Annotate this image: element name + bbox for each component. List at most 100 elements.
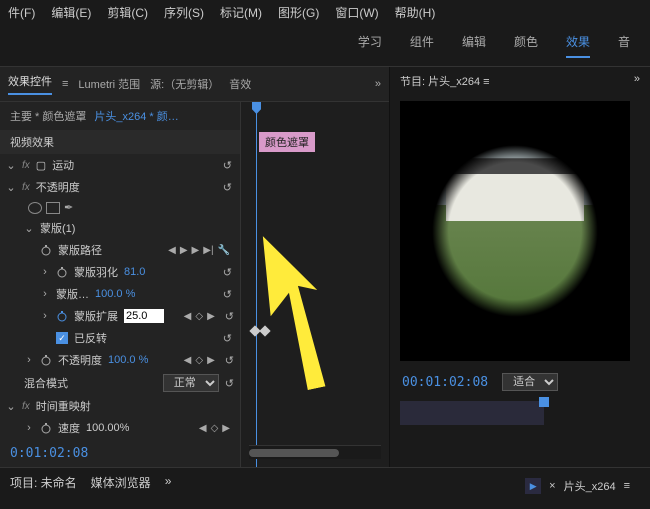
program-timeline[interactable] [400, 401, 640, 425]
caret-icon[interactable]: › [24, 354, 34, 366]
rect-mask-tool[interactable] [46, 202, 60, 214]
prop-mask-path[interactable]: 蒙版路径 ◀ ▶ ▶ ▶| 🔧 [0, 239, 240, 261]
prop-inverted[interactable]: ✓ 已反转 ↺ [0, 327, 240, 349]
tab-effect-controls[interactable]: 效果控件 [8, 73, 52, 95]
next-kf-icon[interactable]: ▶| [203, 245, 213, 256]
reset-icon[interactable]: ↺ [225, 310, 234, 323]
opacity2-value[interactable]: 100.0 % [108, 354, 148, 366]
panel-menu-icon[interactable]: ≡ [62, 78, 68, 90]
close-icon[interactable]: × [549, 480, 555, 492]
tab-color[interactable]: 颜色 [514, 33, 538, 58]
tab-effects[interactable]: 效果 [566, 33, 590, 58]
feather-value[interactable]: 81.0 [124, 266, 145, 278]
panel-overflow[interactable]: » [165, 474, 172, 498]
add-kf-icon[interactable]: ◇ [195, 311, 203, 322]
prop-motion[interactable]: ⌄ fx ▢ 运动 ↺ [0, 154, 240, 176]
tab-media-browser[interactable]: 媒体浏览器 [91, 474, 151, 498]
timeline-sequence-tab[interactable]: ▶ × 片头_x264 ≡ [515, 474, 640, 498]
stopwatch-icon[interactable] [56, 310, 68, 322]
prop-mask-feather[interactable]: › 蒙版羽化 81.0 ↺ [0, 261, 240, 283]
play-icon[interactable]: ▶ [180, 245, 188, 256]
sequence-name[interactable]: 片头_x264 [564, 478, 616, 494]
prop-speed[interactable]: › 速度 100.00% ◀ ◇ ▶ [0, 417, 240, 439]
keyframe-markers[interactable] [251, 327, 269, 335]
tab-audio[interactable]: 音 [618, 33, 630, 58]
next-kf-icon[interactable]: ▶ [207, 355, 215, 366]
add-kf-icon[interactable]: ◇ [195, 355, 203, 366]
checkbox-checked-icon[interactable]: ✓ [56, 332, 68, 344]
crumb-master[interactable]: 主要 * 颜色遮罩 [10, 108, 86, 124]
prop-mask[interactable]: ⌄ 蒙版(1) [0, 217, 240, 239]
reset-icon[interactable]: ↺ [223, 266, 232, 279]
caret-icon[interactable]: › [24, 422, 34, 434]
reset-icon[interactable]: ↺ [223, 332, 232, 345]
playhead[interactable] [256, 102, 257, 467]
effect-timecode[interactable]: 0:01:02:08 [0, 440, 240, 467]
stopwatch-icon[interactable] [56, 266, 68, 278]
panel-overflow[interactable]: » [634, 73, 640, 85]
speed-value[interactable]: 100.00% [86, 422, 129, 434]
caret-icon[interactable]: ⌄ [6, 400, 16, 413]
caret-icon[interactable]: ⌄ [6, 181, 16, 194]
next-kf-icon[interactable]: ▶ [222, 423, 230, 434]
prev-kf-icon[interactable]: ◀ [184, 311, 192, 322]
prop-blend[interactable]: 混合模式 正常 ↺ [0, 371, 240, 395]
tab-source[interactable]: 源:（无剪辑） [150, 76, 219, 92]
tab-audio-fx[interactable]: 音效 [229, 76, 251, 92]
prop-mask-expansion[interactable]: › 蒙版扩展 ◀ ◇ ▶ ↺ [0, 305, 240, 327]
caret-icon[interactable]: › [40, 266, 50, 278]
keyframe-diamond-icon[interactable] [259, 325, 270, 336]
panel-menu-icon[interactable]: ≡ [483, 76, 489, 88]
caret-icon[interactable]: › [40, 310, 50, 322]
play-fwd-icon[interactable]: ▶ [192, 245, 200, 256]
zoom-fit-select[interactable]: 适合 [502, 373, 558, 391]
play-icon[interactable]: ▶ [525, 478, 541, 494]
reset-icon[interactable]: ↺ [223, 181, 232, 194]
panel-overflow[interactable]: » [375, 78, 381, 90]
program-title-text[interactable]: 节目: 片头_x264 [400, 76, 480, 88]
prev-kf-icon[interactable]: ◀ [184, 355, 192, 366]
tab-learn[interactable]: 学习 [358, 33, 382, 58]
timeline-scrollbar[interactable] [249, 445, 381, 459]
menu-sequence[interactable]: 序列(S) [164, 4, 204, 21]
tab-assembly[interactable]: 组件 [410, 33, 434, 58]
stopwatch-icon[interactable] [40, 422, 52, 434]
menu-edit[interactable]: 编辑(E) [51, 4, 91, 21]
prop-time-remap[interactable]: ⌄ fx 时间重映射 [0, 395, 240, 417]
menu-help[interactable]: 帮助(H) [395, 4, 436, 21]
prev-kf-icon[interactable]: ◀ [168, 245, 176, 256]
reset-icon[interactable]: ↺ [225, 377, 234, 390]
menu-marker[interactable]: 标记(M) [220, 4, 262, 21]
mask-opacity-value[interactable]: 100.0 % [95, 288, 135, 300]
caret-icon[interactable]: ⌄ [24, 222, 34, 235]
ellipse-mask-tool[interactable] [28, 202, 42, 214]
stopwatch-icon[interactable] [40, 244, 52, 256]
prev-kf-icon[interactable]: ◀ [199, 423, 207, 434]
stopwatch-icon[interactable] [40, 354, 52, 366]
reset-icon[interactable]: ↺ [225, 354, 234, 367]
next-kf-icon[interactable]: ▶ [207, 311, 215, 322]
caret-icon[interactable]: ⌄ [6, 159, 16, 172]
reset-icon[interactable]: ↺ [223, 159, 232, 172]
prop-opacity2[interactable]: › 不透明度 100.0 % ◀ ◇ ▶ ↺ [0, 349, 240, 371]
program-playhead[interactable] [539, 397, 549, 407]
effect-timeline[interactable]: 颜色遮罩 [240, 102, 389, 467]
menu-file[interactable]: 件(F) [8, 4, 35, 21]
menu-window[interactable]: 窗口(W) [335, 4, 378, 21]
reset-icon[interactable]: ↺ [223, 288, 232, 301]
tab-edit[interactable]: 编辑 [462, 33, 486, 58]
menu-clip[interactable]: 剪辑(C) [107, 4, 148, 21]
add-kf-icon[interactable]: ◇ [211, 423, 219, 434]
prop-opacity[interactable]: ⌄ fx 不透明度 ↺ [0, 176, 240, 198]
panel-menu-icon[interactable]: ≡ [624, 480, 630, 492]
tab-project[interactable]: 项目: 未命名 [10, 474, 77, 498]
wrench-icon[interactable]: 🔧 [218, 245, 230, 256]
expansion-value-input[interactable] [124, 309, 164, 323]
crumb-clip[interactable]: 片头_x264 * 颜… [94, 108, 178, 124]
menu-graphics[interactable]: 图形(G) [278, 4, 319, 21]
program-monitor[interactable] [400, 101, 630, 361]
blend-mode-select[interactable]: 正常 [163, 374, 219, 392]
scrollbar-thumb[interactable] [249, 449, 339, 457]
caret-icon[interactable]: › [40, 288, 50, 300]
tab-lumetri[interactable]: Lumetri 范围 [78, 76, 140, 92]
